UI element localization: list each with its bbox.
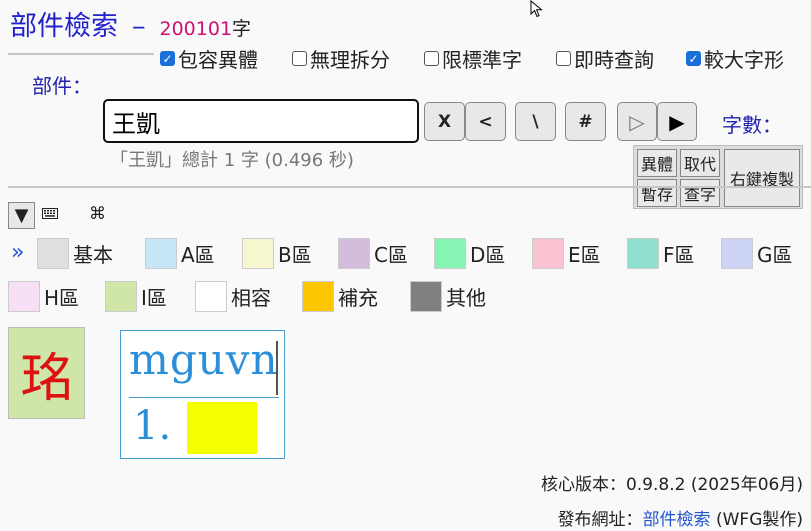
legend-label: G區 xyxy=(757,243,793,267)
action-panel: 異體 取代 暫存 查字 右鍵複製 xyxy=(633,145,803,209)
backslash-button[interactable]: \ xyxy=(515,102,556,141)
option-larger-glyph[interactable]: ✓ 較大字形 xyxy=(686,44,784,73)
prev-page-button[interactable]: ▷ xyxy=(617,102,657,141)
legend-item-supplement: 補充 xyxy=(302,281,378,312)
legend-swatch xyxy=(242,238,274,269)
mouse-cursor-icon xyxy=(530,0,543,18)
legend-swatch xyxy=(105,281,137,312)
highlight-block xyxy=(187,402,257,454)
legend-label: 其他 xyxy=(446,286,486,310)
legend-swatch xyxy=(302,281,334,312)
collapse-toggle-button[interactable]: ▼ xyxy=(8,202,35,229)
legend-label: E區 xyxy=(568,243,601,267)
component-label: 部件： xyxy=(32,74,92,98)
option-label: 即時查詢 xyxy=(574,48,654,72)
legend-swatch xyxy=(627,238,659,269)
next-page-button[interactable]: ▶ xyxy=(657,102,697,141)
result-character: 𤥁 xyxy=(20,348,73,409)
legend-item-b: B區 xyxy=(242,238,312,269)
legend-label: C區 xyxy=(374,243,408,267)
option-label: 較大字形 xyxy=(704,48,784,72)
legend-label: 補充 xyxy=(338,286,378,310)
code-underline xyxy=(129,397,279,398)
stash-button[interactable]: 暫存 xyxy=(637,179,677,207)
legend-label: I區 xyxy=(141,286,167,310)
publish-url: 發布網址：部件檢索 (WFG製作) xyxy=(558,505,803,530)
page-title: 部件檢索 –200101字 xyxy=(10,4,251,43)
expand-arrows-icon[interactable]: » xyxy=(11,240,24,265)
keyboard-icon[interactable] xyxy=(42,208,58,219)
legend-swatch xyxy=(145,238,177,269)
legend-label: H區 xyxy=(44,286,80,310)
checkbox-checked-icon[interactable]: ✓ xyxy=(686,51,701,66)
legend-swatch xyxy=(338,238,370,269)
result-index: 1. xyxy=(133,403,172,449)
publish-label: 發布網址： xyxy=(557,510,643,530)
legend-label: B區 xyxy=(278,243,312,267)
publish-link[interactable]: 部件檢索 xyxy=(643,510,711,530)
legend-label: D區 xyxy=(470,243,506,267)
cangjie-code-card[interactable]: mguvn 1. xyxy=(120,330,285,459)
version-value: 0.9.8.2 (2025年06月) xyxy=(625,475,803,495)
replace-button[interactable]: 取代 xyxy=(680,149,720,177)
legend-swatch xyxy=(434,238,466,269)
legend-item-c: C區 xyxy=(338,238,408,269)
cangjie-code: mguvn xyxy=(129,335,279,384)
checkbox-checked-icon[interactable]: ✓ xyxy=(160,51,175,66)
legend-swatch xyxy=(721,238,753,269)
legend-label: 相容 xyxy=(231,286,271,310)
total-count: 200101 xyxy=(159,18,233,40)
legend-item-basic: 基本 xyxy=(37,238,113,269)
legend-label: A區 xyxy=(181,243,215,267)
option-include-variants[interactable]: ✓ 包容異體 xyxy=(160,44,258,73)
divider xyxy=(8,53,154,55)
option-label: 包容異體 xyxy=(178,48,258,72)
legend-swatch xyxy=(410,281,442,312)
hash-button[interactable]: # xyxy=(565,102,606,141)
legend-swatch xyxy=(37,238,69,269)
checkbox-unchecked-icon[interactable] xyxy=(556,51,571,66)
legend-label: 基本 xyxy=(73,243,113,267)
result-summary: 「王凱」總計 1 字 (0.496 秒) xyxy=(110,150,354,171)
legend-swatch xyxy=(195,281,227,312)
legend-item-f: F區 xyxy=(627,238,695,269)
text-caret xyxy=(276,341,278,395)
command-icon[interactable]: ⌘ xyxy=(89,204,106,224)
backspace-button[interactable]: < xyxy=(465,102,506,141)
core-version: 核心版本：0.9.8.2 (2025年06月) xyxy=(541,470,803,495)
legend-item-other: 其他 xyxy=(410,281,486,312)
title-dash: – xyxy=(132,11,146,42)
option-irregular-split[interactable]: 無理拆分 xyxy=(292,44,390,73)
app-title: 部件檢索 xyxy=(10,11,118,42)
component-search-input[interactable] xyxy=(103,99,419,143)
clear-button[interactable]: X xyxy=(424,102,465,141)
legend-item-a: A區 xyxy=(145,238,215,269)
variant-button[interactable]: 異體 xyxy=(637,149,677,177)
publish-suffix: (WFG製作) xyxy=(715,510,803,530)
checkbox-unchecked-icon[interactable] xyxy=(424,51,439,66)
version-label: 核心版本： xyxy=(540,475,626,495)
char-count-label: 字數： xyxy=(722,113,782,137)
option-label: 限標準字 xyxy=(442,48,522,72)
lookup-button[interactable]: 查字 xyxy=(680,179,720,207)
legend-swatch xyxy=(532,238,564,269)
result-character-card[interactable]: 𤥁 xyxy=(8,327,85,419)
right-click-copy-button[interactable]: 右鍵複製 xyxy=(724,149,800,207)
legend-item-compat: 相容 xyxy=(195,281,271,312)
option-label: 無理拆分 xyxy=(310,48,390,72)
legend-item-d: D區 xyxy=(434,238,505,269)
total-count-unit: 字 xyxy=(232,18,252,40)
legend-item-e: E區 xyxy=(532,238,601,269)
divider xyxy=(8,186,811,188)
option-standard-only[interactable]: 限標準字 xyxy=(424,44,522,73)
legend-item-h: H區 xyxy=(8,281,79,312)
legend-swatch xyxy=(8,281,40,312)
legend-item-g: G區 xyxy=(721,238,793,269)
option-instant-query[interactable]: 即時查詢 xyxy=(556,44,654,73)
legend-item-i: I區 xyxy=(105,281,167,312)
legend-label: F區 xyxy=(663,243,695,267)
checkbox-unchecked-icon[interactable] xyxy=(292,51,307,66)
